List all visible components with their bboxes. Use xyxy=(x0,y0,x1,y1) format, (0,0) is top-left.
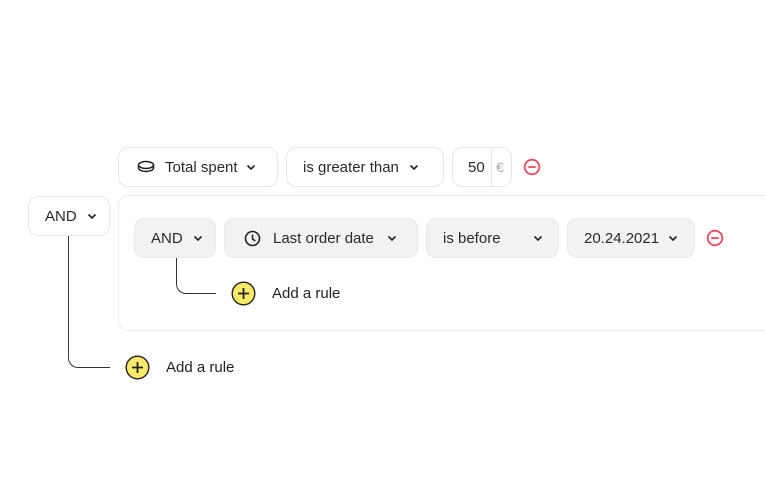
chevron-down-icon xyxy=(409,164,418,171)
operator-label: is greater than xyxy=(303,158,399,176)
date-select[interactable]: 20.24.2021 xyxy=(567,218,695,258)
field-select-total-spent[interactable]: Total spent xyxy=(118,147,278,187)
field-select-last-order-date[interactable]: Last order date xyxy=(224,218,418,258)
chevron-down-icon xyxy=(669,235,678,242)
coin-icon xyxy=(137,160,155,173)
add-rule-label[interactable]: Add a rule xyxy=(166,359,234,376)
chevron-down-icon xyxy=(87,213,96,220)
nested-connector-line xyxy=(176,258,216,294)
plus-circle-icon[interactable] xyxy=(125,355,150,380)
nested-combinator-select[interactable]: AND xyxy=(134,218,216,258)
unit-divider xyxy=(491,148,492,186)
root-combinator-select[interactable]: AND xyxy=(28,196,110,236)
date-value: 20.24.2021 xyxy=(584,229,660,247)
chevron-down-icon xyxy=(246,164,255,171)
remove-rule-icon[interactable] xyxy=(523,158,541,176)
remove-rule-icon[interactable] xyxy=(706,229,724,247)
field-label: Last order date xyxy=(273,229,374,247)
chevron-down-icon xyxy=(193,235,202,242)
combinator-label: AND xyxy=(151,229,183,247)
operator-label: is before xyxy=(443,229,501,247)
plus-circle-icon[interactable] xyxy=(231,281,256,306)
operator-select[interactable]: is before xyxy=(426,218,559,258)
chevron-down-icon xyxy=(533,235,543,242)
unit-label: € xyxy=(496,159,504,175)
value-input[interactable]: 50 € xyxy=(452,147,512,187)
operator-select[interactable]: is greater than xyxy=(286,147,444,187)
chevron-down-icon xyxy=(387,235,396,242)
add-rule-label[interactable]: Add a rule xyxy=(272,285,340,302)
clock-icon xyxy=(244,230,261,246)
combinator-label: AND xyxy=(45,207,77,225)
value-text: 50 xyxy=(468,158,485,176)
field-label: Total spent xyxy=(165,158,238,176)
root-connector-line xyxy=(68,236,110,368)
